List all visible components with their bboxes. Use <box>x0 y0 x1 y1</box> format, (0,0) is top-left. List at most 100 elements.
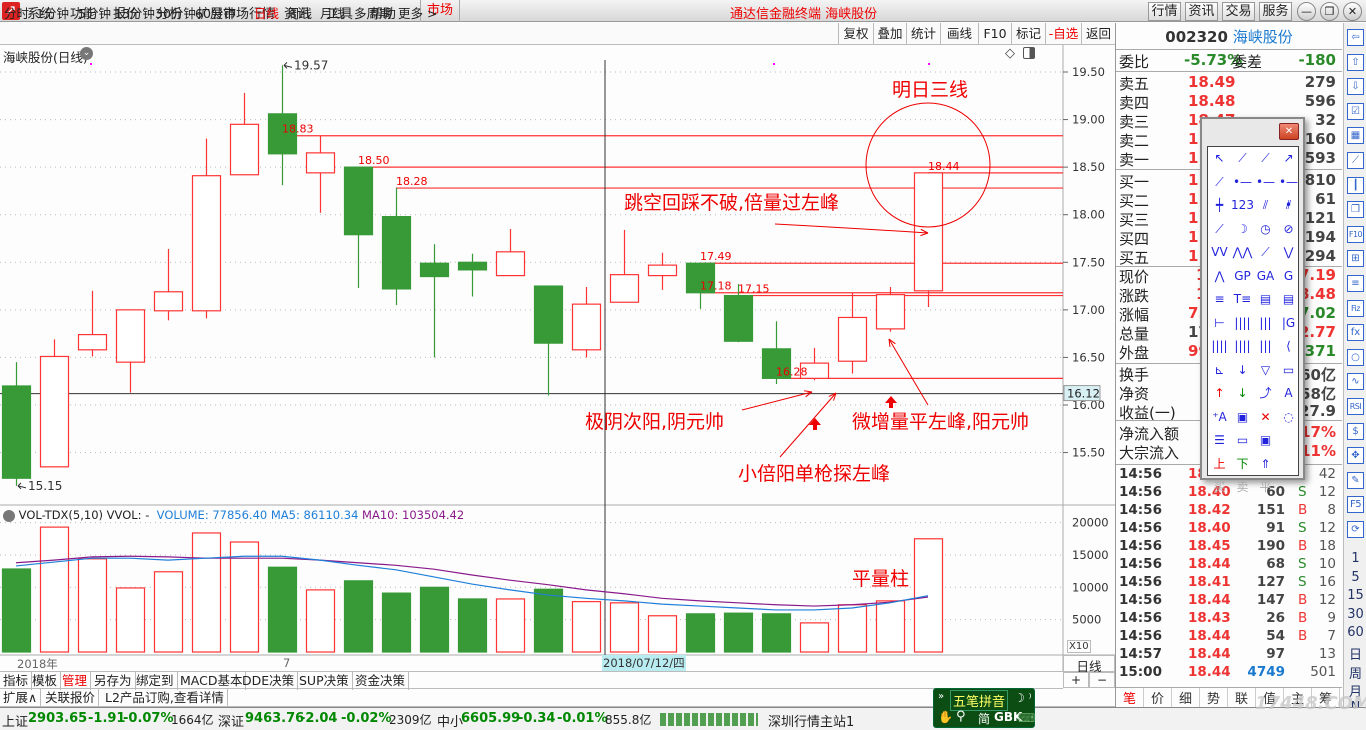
arrow-left-icon[interactable]: ⇦ <box>1347 29 1364 46</box>
indicator-tab-4[interactable]: 绑定到 <box>133 672 178 690</box>
indicator-tab-5[interactable]: MACD基本 <box>177 672 247 690</box>
candles-icon[interactable]: ┃ <box>1347 176 1364 194</box>
move-icon[interactable]: ✥ <box>1347 447 1364 465</box>
indicator-tab-1[interactable]: 模板 <box>29 672 62 690</box>
draw-tool-45-icon[interactable]: ▣ <box>1231 406 1254 430</box>
period-0[interactable]: 分时 <box>4 3 29 22</box>
draw-tool-2-icon[interactable]: ⟋ <box>1254 147 1277 171</box>
windows-icon[interactable]: ❐ <box>1347 201 1364 219</box>
strip-period-4[interactable]: 60 <box>1344 625 1366 640</box>
draw-tool-36-icon[interactable]: ⊾ <box>1208 359 1231 383</box>
search-icon[interactable]: ⚲ <box>956 709 966 724</box>
draw-tool-28-icon[interactable]: ⊢ <box>1208 312 1231 336</box>
period-3[interactable]: 15分钟 <box>114 3 155 22</box>
indicator-tab-2[interactable]: 管理 <box>59 672 92 690</box>
restore-icon[interactable]: ❐ <box>1320 2 1339 21</box>
chevron-down-icon[interactable] <box>3 509 15 522</box>
toolbar-button-2[interactable]: 统计 <box>906 23 940 45</box>
draw-tool-14-icon[interactable]: ◷ <box>1254 218 1277 242</box>
wave-icon[interactable]: ∿ <box>1347 373 1364 391</box>
ime-name[interactable]: 五笔拼音 <box>950 690 1009 711</box>
draw-tool-50-icon[interactable]: ▣ <box>1254 429 1277 453</box>
draw-tool-31-icon[interactable]: |G <box>1277 312 1300 336</box>
quote-button[interactable]: 行情 <box>1148 2 1181 21</box>
draw-tool-3-icon[interactable]: ↗ <box>1277 147 1300 171</box>
toolbar-button-0[interactable]: 复权 <box>838 23 873 45</box>
draw-tool-43-icon[interactable]: A <box>1277 382 1300 406</box>
toolbar-button-3[interactable]: 画线 <box>940 23 978 45</box>
draw-tool-18-icon[interactable]: ⟋ <box>1254 241 1277 265</box>
fx-icon[interactable]: fx <box>1347 324 1364 342</box>
strip-period-0[interactable]: 1 <box>1344 551 1366 566</box>
refresh-icon[interactable]: ⟳ <box>1347 521 1364 538</box>
list-icon[interactable]: ≡ <box>1347 275 1364 292</box>
draw-tool-52-icon[interactable]: 上 <box>1208 453 1231 477</box>
draw-tool-47-icon[interactable]: ◌ <box>1277 406 1300 430</box>
zoom-in-button[interactable]: + <box>1063 672 1089 688</box>
list-check-icon[interactable]: ☑ <box>1347 102 1364 120</box>
sz-index[interactable]: 9463.76 <box>245 711 304 726</box>
draw-tool-1-icon[interactable]: ⟋ <box>1231 147 1254 171</box>
period-6[interactable]: 日线 <box>254 3 279 22</box>
draw-tool-55-icon[interactable] <box>1277 453 1300 477</box>
draw-tool-25-icon[interactable]: T≡ <box>1231 288 1254 312</box>
zoom-out-button[interactable]: − <box>1089 672 1115 688</box>
draw-tool-12-icon[interactable]: ⟋ <box>1208 218 1231 242</box>
circle-icon[interactable]: ○ <box>1347 348 1364 366</box>
draw-tool-57-icon[interactable]: 卖 <box>1231 476 1254 500</box>
hand-icon[interactable]: ✋ <box>938 710 953 724</box>
trade-button[interactable]: 交易 <box>1222 2 1255 21</box>
strip-period-5[interactable]: 日 <box>1344 644 1366 663</box>
draw-tool-4-icon[interactable]: ⟋ <box>1208 171 1231 195</box>
tree-icon[interactable]: ⊞ <box>1347 250 1364 268</box>
period-2[interactable]: 5分钟 <box>78 3 111 22</box>
ime-toolbar[interactable]: » 五笔拼音 ☽ ⁾ ✋ ⚲ 简 GBK ⌨ <box>933 688 1035 728</box>
draw-tool-51-icon[interactable] <box>1277 429 1300 453</box>
period-5[interactable]: 60分钟 <box>195 3 236 22</box>
ime-mode[interactable]: 简 <box>978 710 990 727</box>
indicator-tab-7[interactable]: SUP决策 <box>296 672 353 690</box>
draw-tool-8-icon[interactable]: ┿ <box>1208 194 1231 218</box>
toolbar-button-6[interactable]: -自选 <box>1045 23 1081 45</box>
period-4[interactable]: 30分钟 <box>155 3 196 22</box>
draw-tool-54-icon[interactable]: ⇑ <box>1254 453 1277 477</box>
draw-tool-27-icon[interactable]: ▤ <box>1277 288 1300 312</box>
draw-tool-19-icon[interactable]: ⋁ <box>1277 241 1300 265</box>
toolbar-button-7[interactable]: 返回 <box>1081 23 1115 45</box>
f10-icon[interactable]: F10 <box>1347 225 1364 243</box>
keyboard-icon[interactable]: ⌨ <box>1018 711 1035 725</box>
period-7[interactable]: 周线 <box>287 3 312 22</box>
period-1[interactable]: 1分钟 <box>36 3 69 22</box>
sh-index[interactable]: 2903.65 <box>28 711 87 726</box>
draw-tool-6-icon[interactable]: •— <box>1254 171 1277 195</box>
quote-tab-0[interactable]: 笔 <box>1116 688 1144 707</box>
draw-tool-15-icon[interactable]: ⊘ <box>1277 218 1300 242</box>
indicator-tab-3[interactable]: 另存为 <box>91 672 136 690</box>
draw-tool-16-icon[interactable]: VV <box>1208 241 1231 265</box>
toolbar-button-1[interactable]: 叠加 <box>873 23 906 45</box>
draw-tool-46-icon[interactable]: ✕ <box>1254 406 1277 430</box>
extension-tab-0[interactable]: 扩展∧ <box>0 689 42 707</box>
draw-tool-17-icon[interactable]: ⋀⋀ <box>1231 241 1254 265</box>
draw-tool-35-icon[interactable]: ⟨ <box>1277 335 1300 359</box>
draw-tool-48-icon[interactable]: ☰ <box>1208 429 1231 453</box>
expand-icon[interactable]: » <box>938 691 944 702</box>
line-chart-icon[interactable]: ⟋ <box>1347 152 1364 169</box>
service-button[interactable]: 服务 <box>1259 2 1292 21</box>
rsi-icon[interactable]: RSI <box>1347 398 1364 415</box>
server-name[interactable]: 深圳行情主站1 <box>768 711 854 730</box>
period-10[interactable]: 更多 > <box>398 3 437 22</box>
draw-tool-0-icon[interactable]: ↖ <box>1208 147 1231 171</box>
draw-tool-41-icon[interactable]: ↓ <box>1231 382 1254 406</box>
arrow-up-icon[interactable]: ⇧ <box>1347 53 1364 71</box>
draw-tool-44-icon[interactable]: ⁺A <box>1208 406 1231 430</box>
draw-tool-29-icon[interactable]: |||| <box>1231 312 1254 336</box>
zx-index[interactable]: 6605.99 <box>461 711 520 726</box>
draw-tool-38-icon[interactable]: ▽ <box>1254 359 1277 383</box>
extension-tab-1[interactable]: 关联报价 <box>42 689 100 707</box>
moon-icon[interactable]: ☽ ⁾ <box>1014 691 1032 705</box>
strip-period-2[interactable]: 15 <box>1344 588 1366 603</box>
indicator-tab-8[interactable]: 资金决策 <box>352 672 410 690</box>
draw-tool-9-icon[interactable]: 123 <box>1231 194 1254 218</box>
quote-tab-1[interactable]: 价 <box>1144 688 1172 707</box>
